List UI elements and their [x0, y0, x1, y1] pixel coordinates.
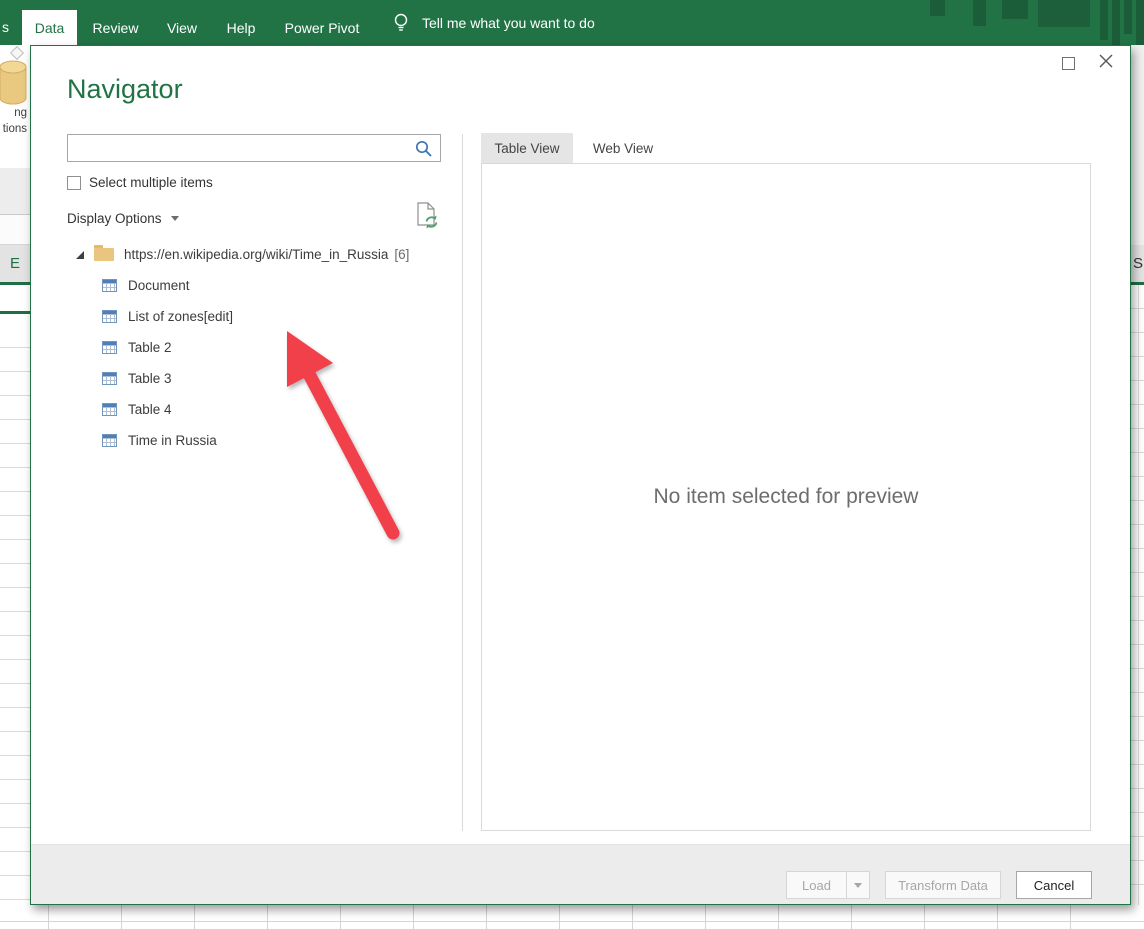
- tab-label: Table View: [494, 141, 559, 156]
- dropdown-arrow-icon: [854, 883, 862, 888]
- expand-triangle-icon[interactable]: [76, 251, 84, 259]
- refresh-report-icon[interactable]: [414, 201, 440, 229]
- select-multiple-row: Select multiple items: [67, 175, 213, 190]
- tree-item-label: Table 2: [128, 340, 172, 355]
- maximize-icon: [1062, 57, 1075, 70]
- worksheet-left-strip: ng tions E: [0, 45, 30, 905]
- tree-item-table-4[interactable]: Table 4: [31, 394, 461, 425]
- worksheet-bottom-strip: [0, 905, 1144, 929]
- selection-border: [0, 282, 30, 285]
- clipped-ribbon-text: tions: [3, 123, 27, 135]
- table-icon: [102, 341, 117, 354]
- ribbon-tab-help[interactable]: Help: [218, 10, 264, 45]
- ribbon-group-strip: [0, 168, 30, 215]
- worksheet-gridlines: [1138, 285, 1139, 905]
- ribbon-tab-review[interactable]: Review: [88, 10, 143, 45]
- folder-icon: [94, 248, 114, 261]
- column-header-e: E: [0, 245, 30, 282]
- load-dropdown-button[interactable]: [846, 871, 870, 899]
- column-header-s: S: [1131, 245, 1144, 282]
- select-multiple-label: Select multiple items: [89, 175, 213, 190]
- worksheet-gridlines: [0, 921, 1144, 922]
- worksheet-right-strip: S: [1131, 45, 1144, 905]
- search-input[interactable]: [68, 135, 412, 161]
- ribbon-tab-label: Help: [227, 20, 256, 36]
- search-icon[interactable]: [414, 139, 434, 164]
- tree-item-label: Time in Russia: [128, 433, 217, 448]
- tell-me-box[interactable]: Tell me what you want to do: [422, 0, 595, 45]
- ribbon-decoration: [1002, 0, 1028, 19]
- table-icon: [102, 434, 117, 447]
- tree-item-table-3[interactable]: Table 3: [31, 363, 461, 394]
- ribbon-decoration: [1124, 0, 1132, 34]
- ribbon-tab-view[interactable]: View: [158, 10, 206, 45]
- transform-data-button[interactable]: Transform Data: [885, 871, 1001, 899]
- display-options-dropdown[interactable]: Display Options: [67, 206, 179, 230]
- tab-table-view[interactable]: Table View: [481, 133, 573, 163]
- ribbon-tab-label: Review: [93, 20, 139, 36]
- ribbon-tab-label: Data: [35, 20, 65, 36]
- table-icon: [102, 403, 117, 416]
- ribbon-tab-label: View: [167, 20, 197, 36]
- worksheet-gridlines: [0, 314, 30, 905]
- select-multiple-checkbox[interactable]: [67, 176, 81, 190]
- tree-item-list-of-zones[interactable]: List of zones[edit]: [31, 301, 461, 332]
- ribbon-tab-label: Power Pivot: [285, 20, 360, 36]
- load-button[interactable]: Load: [786, 871, 847, 899]
- ribbon-tab-data[interactable]: Data: [22, 10, 77, 45]
- tree-item-label: List of zones[edit]: [128, 309, 233, 324]
- ribbon-decoration: [1112, 0, 1120, 45]
- tree-root-count: [6]: [394, 247, 409, 262]
- tab-label: Web View: [593, 141, 653, 156]
- tell-me-label: Tell me what you want to do: [422, 15, 595, 31]
- maximize-button[interactable]: [1055, 50, 1081, 76]
- ribbon-decoration: [930, 0, 945, 16]
- lightbulb-icon: [391, 12, 411, 39]
- tree-item-time-in-russia[interactable]: Time in Russia: [31, 425, 461, 456]
- table-icon: [102, 310, 117, 323]
- excel-window: s Data Review View Help Power Pivot Tell…: [0, 0, 1144, 929]
- ribbon-decoration: [1100, 0, 1108, 40]
- navigator-tree: https://en.wikipedia.org/wiki/Time_in_Ru…: [31, 239, 461, 456]
- partial-tab-label[interactable]: s: [2, 19, 9, 35]
- tree-item-label: Table 3: [128, 371, 172, 386]
- tab-web-view[interactable]: Web View: [579, 133, 667, 163]
- cancel-button[interactable]: Cancel: [1016, 871, 1092, 899]
- clipped-ribbon-icon: [10, 46, 24, 60]
- formula-bar-strip: [0, 215, 30, 245]
- close-icon: [1098, 53, 1114, 74]
- display-options-label: Display Options: [67, 211, 162, 226]
- dialog-title: Navigator: [67, 74, 183, 105]
- preview-placeholder-text: No item selected for preview: [654, 485, 919, 509]
- close-button[interactable]: [1093, 50, 1119, 76]
- table-icon: [102, 372, 117, 385]
- ribbon-decoration: [973, 0, 986, 26]
- tree-item-label: Table 4: [128, 402, 172, 417]
- dialog-footer: Load Transform Data Cancel: [31, 844, 1130, 904]
- database-icon: [0, 60, 28, 111]
- tree-root-row[interactable]: https://en.wikipedia.org/wiki/Time_in_Ru…: [31, 239, 461, 270]
- chevron-down-icon: [171, 216, 179, 221]
- ribbon-decoration: [1136, 0, 1144, 45]
- pane-separator: [462, 134, 463, 831]
- tree-item-document[interactable]: Document: [31, 270, 461, 301]
- tree-item-label: Document: [128, 278, 190, 293]
- ribbon-tab-power-pivot[interactable]: Power Pivot: [278, 10, 366, 45]
- tree-item-table-2[interactable]: Table 2: [31, 332, 461, 363]
- tree-root-label: https://en.wikipedia.org/wiki/Time_in_Ru…: [124, 247, 388, 262]
- preview-panel: No item selected for preview: [481, 163, 1091, 831]
- table-icon: [102, 279, 117, 292]
- search-box: [67, 134, 441, 162]
- navigator-dialog: Navigator Select multiple items Display …: [30, 45, 1131, 905]
- ribbon: s Data Review View Help Power Pivot Tell…: [0, 0, 1144, 45]
- ribbon-decoration: [1038, 0, 1090, 27]
- clipped-ribbon-text: ng: [14, 107, 27, 119]
